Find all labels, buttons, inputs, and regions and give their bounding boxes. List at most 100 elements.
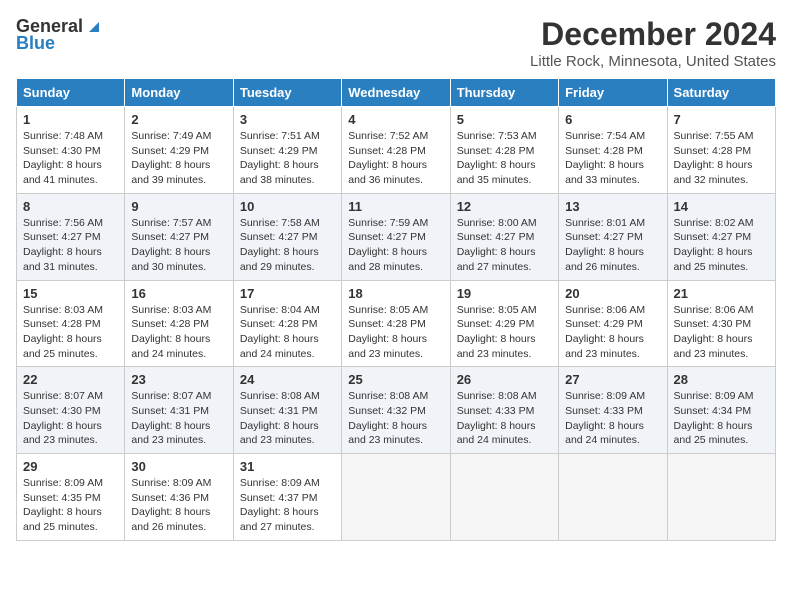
day-info: Sunrise: 8:06 AMSunset: 4:29 PMDaylight:… (565, 304, 645, 360)
header-sunday: Sunday (17, 79, 125, 107)
day-number: 14 (674, 199, 769, 214)
table-row: 2 Sunrise: 7:49 AMSunset: 4:29 PMDayligh… (125, 107, 233, 194)
title-area: December 2024 Little Rock, Minnesota, Un… (530, 16, 776, 70)
day-number: 28 (674, 372, 769, 387)
table-row: 8 Sunrise: 7:56 AMSunset: 4:27 PMDayligh… (17, 193, 125, 280)
header-wednesday: Wednesday (342, 79, 450, 107)
day-info: Sunrise: 7:55 AMSunset: 4:28 PMDaylight:… (674, 130, 754, 186)
table-row: 21 Sunrise: 8:06 AMSunset: 4:30 PMDaylig… (667, 280, 775, 367)
table-row: 22 Sunrise: 8:07 AMSunset: 4:30 PMDaylig… (17, 367, 125, 454)
table-row: 10 Sunrise: 7:58 AMSunset: 4:27 PMDaylig… (233, 193, 341, 280)
table-row: 20 Sunrise: 8:06 AMSunset: 4:29 PMDaylig… (559, 280, 667, 367)
table-row: 13 Sunrise: 8:01 AMSunset: 4:27 PMDaylig… (559, 193, 667, 280)
day-number: 8 (23, 199, 118, 214)
day-number: 7 (674, 112, 769, 127)
table-row: 7 Sunrise: 7:55 AMSunset: 4:28 PMDayligh… (667, 107, 775, 194)
day-number: 26 (457, 372, 552, 387)
day-info: Sunrise: 7:52 AMSunset: 4:28 PMDaylight:… (348, 130, 428, 186)
day-info: Sunrise: 8:03 AMSunset: 4:28 PMDaylight:… (131, 304, 211, 360)
day-info: Sunrise: 7:57 AMSunset: 4:27 PMDaylight:… (131, 217, 211, 273)
header-friday: Friday (559, 79, 667, 107)
table-row: 25 Sunrise: 8:08 AMSunset: 4:32 PMDaylig… (342, 367, 450, 454)
header-row: Sunday Monday Tuesday Wednesday Thursday… (17, 79, 776, 107)
day-number: 30 (131, 459, 226, 474)
day-info: Sunrise: 8:09 AMSunset: 4:36 PMDaylight:… (131, 477, 211, 533)
calendar-row: 8 Sunrise: 7:56 AMSunset: 4:27 PMDayligh… (17, 193, 776, 280)
day-number: 16 (131, 286, 226, 301)
table-row: 17 Sunrise: 8:04 AMSunset: 4:28 PMDaylig… (233, 280, 341, 367)
table-row: 1 Sunrise: 7:48 AMSunset: 4:30 PMDayligh… (17, 107, 125, 194)
table-row: 30 Sunrise: 8:09 AMSunset: 4:36 PMDaylig… (125, 454, 233, 541)
day-number: 10 (240, 199, 335, 214)
calendar-row: 1 Sunrise: 7:48 AMSunset: 4:30 PMDayligh… (17, 107, 776, 194)
day-info: Sunrise: 8:03 AMSunset: 4:28 PMDaylight:… (23, 304, 103, 360)
day-number: 4 (348, 112, 443, 127)
table-row: 11 Sunrise: 7:59 AMSunset: 4:27 PMDaylig… (342, 193, 450, 280)
day-number: 6 (565, 112, 660, 127)
table-row: 15 Sunrise: 8:03 AMSunset: 4:28 PMDaylig… (17, 280, 125, 367)
day-number: 5 (457, 112, 552, 127)
day-number: 21 (674, 286, 769, 301)
table-row: 29 Sunrise: 8:09 AMSunset: 4:35 PMDaylig… (17, 454, 125, 541)
day-info: Sunrise: 7:51 AMSunset: 4:29 PMDaylight:… (240, 130, 320, 186)
day-number: 24 (240, 372, 335, 387)
day-info: Sunrise: 8:09 AMSunset: 4:33 PMDaylight:… (565, 390, 645, 446)
day-number: 13 (565, 199, 660, 214)
location-title: Little Rock, Minnesota, United States (530, 53, 776, 70)
day-number: 31 (240, 459, 335, 474)
table-row: 4 Sunrise: 7:52 AMSunset: 4:28 PMDayligh… (342, 107, 450, 194)
day-info: Sunrise: 7:48 AMSunset: 4:30 PMDaylight:… (23, 130, 103, 186)
table-row: 3 Sunrise: 7:51 AMSunset: 4:29 PMDayligh… (233, 107, 341, 194)
logo-triangle-icon (85, 18, 103, 36)
table-row: 16 Sunrise: 8:03 AMSunset: 4:28 PMDaylig… (125, 280, 233, 367)
day-info: Sunrise: 8:05 AMSunset: 4:29 PMDaylight:… (457, 304, 537, 360)
day-info: Sunrise: 7:49 AMSunset: 4:29 PMDaylight:… (131, 130, 211, 186)
calendar-table: Sunday Monday Tuesday Wednesday Thursday… (16, 78, 776, 541)
table-row (559, 454, 667, 541)
table-row: 24 Sunrise: 8:08 AMSunset: 4:31 PMDaylig… (233, 367, 341, 454)
day-number: 3 (240, 112, 335, 127)
day-number: 9 (131, 199, 226, 214)
table-row: 28 Sunrise: 8:09 AMSunset: 4:34 PMDaylig… (667, 367, 775, 454)
logo: General Blue (16, 16, 103, 54)
day-number: 25 (348, 372, 443, 387)
day-number: 17 (240, 286, 335, 301)
table-row: 27 Sunrise: 8:09 AMSunset: 4:33 PMDaylig… (559, 367, 667, 454)
day-number: 27 (565, 372, 660, 387)
day-number: 23 (131, 372, 226, 387)
day-number: 15 (23, 286, 118, 301)
table-row: 19 Sunrise: 8:05 AMSunset: 4:29 PMDaylig… (450, 280, 558, 367)
day-number: 18 (348, 286, 443, 301)
day-info: Sunrise: 8:04 AMSunset: 4:28 PMDaylight:… (240, 304, 320, 360)
table-row: 31 Sunrise: 8:09 AMSunset: 4:37 PMDaylig… (233, 454, 341, 541)
table-row: 6 Sunrise: 7:54 AMSunset: 4:28 PMDayligh… (559, 107, 667, 194)
day-info: Sunrise: 7:58 AMSunset: 4:27 PMDaylight:… (240, 217, 320, 273)
day-number: 19 (457, 286, 552, 301)
header-saturday: Saturday (667, 79, 775, 107)
table-row: 9 Sunrise: 7:57 AMSunset: 4:27 PMDayligh… (125, 193, 233, 280)
day-info: Sunrise: 8:08 AMSunset: 4:33 PMDaylight:… (457, 390, 537, 446)
table-row: 26 Sunrise: 8:08 AMSunset: 4:33 PMDaylig… (450, 367, 558, 454)
day-number: 12 (457, 199, 552, 214)
day-info: Sunrise: 8:05 AMSunset: 4:28 PMDaylight:… (348, 304, 428, 360)
table-row (450, 454, 558, 541)
day-info: Sunrise: 8:07 AMSunset: 4:31 PMDaylight:… (131, 390, 211, 446)
table-row: 5 Sunrise: 7:53 AMSunset: 4:28 PMDayligh… (450, 107, 558, 194)
day-info: Sunrise: 8:02 AMSunset: 4:27 PMDaylight:… (674, 217, 754, 273)
day-info: Sunrise: 7:54 AMSunset: 4:28 PMDaylight:… (565, 130, 645, 186)
calendar-row: 22 Sunrise: 8:07 AMSunset: 4:30 PMDaylig… (17, 367, 776, 454)
table-row: 12 Sunrise: 8:00 AMSunset: 4:27 PMDaylig… (450, 193, 558, 280)
day-number: 2 (131, 112, 226, 127)
day-number: 22 (23, 372, 118, 387)
day-info: Sunrise: 8:01 AMSunset: 4:27 PMDaylight:… (565, 217, 645, 273)
table-row: 18 Sunrise: 8:05 AMSunset: 4:28 PMDaylig… (342, 280, 450, 367)
header-monday: Monday (125, 79, 233, 107)
day-info: Sunrise: 8:07 AMSunset: 4:30 PMDaylight:… (23, 390, 103, 446)
logo-blue-text: Blue (16, 33, 55, 54)
table-row: 23 Sunrise: 8:07 AMSunset: 4:31 PMDaylig… (125, 367, 233, 454)
page-header: General Blue December 2024 Little Rock, … (16, 16, 776, 70)
day-info: Sunrise: 8:09 AMSunset: 4:35 PMDaylight:… (23, 477, 103, 533)
day-number: 29 (23, 459, 118, 474)
day-number: 1 (23, 112, 118, 127)
day-info: Sunrise: 7:56 AMSunset: 4:27 PMDaylight:… (23, 217, 103, 273)
